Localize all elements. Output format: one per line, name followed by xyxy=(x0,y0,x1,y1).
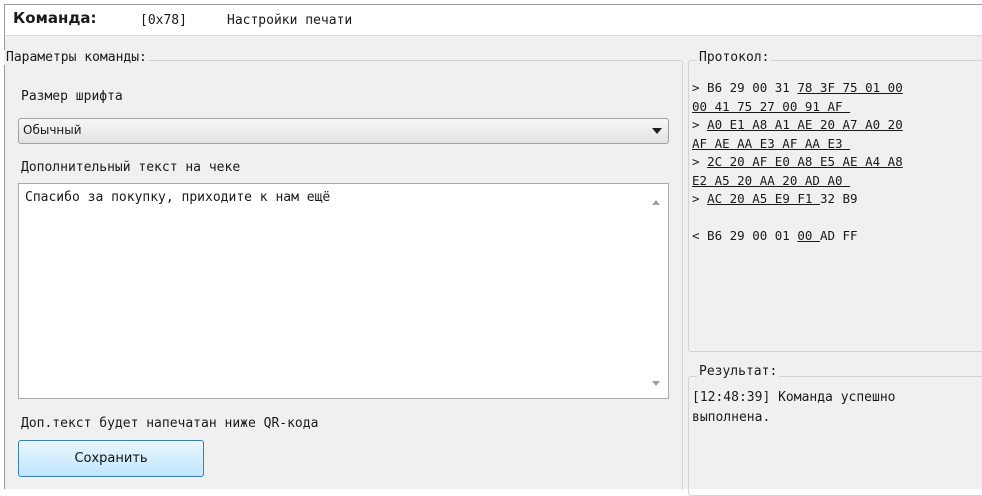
command-header: Команда: [0x78] Настройки печати xyxy=(5,5,982,36)
protocol-line xyxy=(692,209,980,228)
protocol-segment: 32 B9 xyxy=(819,191,858,206)
extra-text-textarea[interactable]: Спасибо за покупку, приходите к нам ещё xyxy=(18,183,669,399)
protocol-line: E2 A5 20 AA 20 AD A0 xyxy=(692,172,980,191)
result-group-title: Результат: xyxy=(697,364,780,379)
protocol-line: > 2C 20 AF E0 A8 E5 AE A4 A8 xyxy=(692,153,980,172)
protocol-segment: < B6 29 00 01 xyxy=(692,228,798,243)
protocol-segment: 78 3F 75 01 00 xyxy=(797,80,903,95)
protocol-line: AF AE AA E3 AF AA E3 xyxy=(692,135,980,154)
qr-note-text: Доп.текст будет напечатан ниже QR-кода xyxy=(21,416,319,431)
protocol-line: > AC 20 A5 E9 F1 32 B9 xyxy=(692,190,980,209)
font-size-label: Размер шрифта xyxy=(21,89,123,104)
protocol-segment: AD FF xyxy=(819,228,858,243)
font-size-select[interactable]: Обычный xyxy=(18,118,669,144)
save-button[interactable]: Сохранить xyxy=(18,440,204,477)
command-code: [0x78] xyxy=(140,13,187,28)
protocol-segment: A0 E1 A8 A1 AE 20 A7 A0 20 xyxy=(707,117,903,132)
protocol-group-title: Протокол: xyxy=(697,50,772,65)
protocol-segment: AF AE AA E3 AF AA E3 xyxy=(692,135,851,151)
extra-text-value: Спасибо за покупку, приходите к нам ещё xyxy=(25,190,331,205)
protocol-segment: AC 20 A5 E9 F1 xyxy=(707,191,820,206)
protocol-segment: 2C 20 AF E0 A8 E5 AE A4 A8 xyxy=(707,154,903,169)
protocol-segment: > B6 29 00 31 xyxy=(692,80,798,95)
font-size-value: Обычный xyxy=(23,123,82,137)
result-text: [12:48:39] Команда успешно выполнена. xyxy=(692,390,896,425)
protocol-line: 00 41 75 27 00 91 AF xyxy=(692,98,980,117)
protocol-line: > B6 29 00 31 78 3F 75 01 00 xyxy=(692,79,980,98)
protocol-segment: > xyxy=(692,117,708,132)
protocol-line: > A0 E1 A8 A1 AE 20 A7 A0 20 xyxy=(692,116,980,135)
scroll-down-icon[interactable] xyxy=(652,381,660,386)
chevron-down-icon xyxy=(652,128,662,134)
protocol-segment: > xyxy=(692,154,708,169)
command-title: Настройки печати xyxy=(227,13,353,28)
protocol-line: < B6 29 00 01 00 AD FF xyxy=(692,227,980,246)
protocol-log: > B6 29 00 31 78 3F 75 01 00 00 41 75 27 … xyxy=(692,79,980,246)
params-group-title: Параметры команды: xyxy=(4,50,149,65)
scroll-up-icon[interactable] xyxy=(652,200,660,205)
protocol-segment: > xyxy=(692,191,708,206)
command-label: Команда: xyxy=(13,9,97,27)
protocol-segment: 00 xyxy=(797,228,820,243)
extra-text-label: Дополнительный текст на чеке xyxy=(21,160,241,175)
protocol-segment: E2 A5 20 AA 20 AD A0 xyxy=(692,172,851,188)
protocol-segment: 00 41 75 27 00 91 AF xyxy=(692,98,851,114)
